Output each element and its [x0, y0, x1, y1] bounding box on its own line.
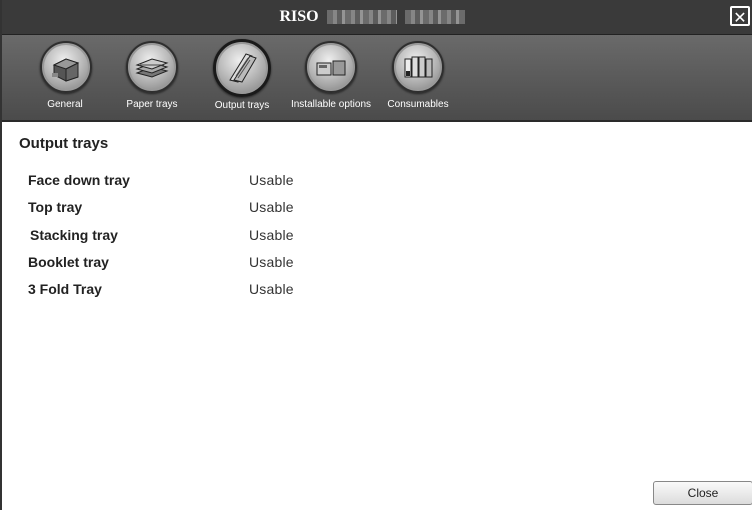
- window-title: RISO: [2, 0, 742, 34]
- redacted-model-name-2: [404, 10, 465, 25]
- page-title: Output trays: [19, 135, 109, 152]
- ink-cartridges-icon: [392, 41, 444, 93]
- tab-general-label: General: [47, 99, 83, 110]
- tray-status: Usable: [249, 227, 294, 243]
- window-close-icon[interactable]: ✕: [730, 6, 750, 27]
- tab-consumables-label: Consumables: [387, 99, 449, 110]
- tab-paper-trays-label: Paper trays: [126, 99, 178, 110]
- tray-name: Booklet tray: [28, 254, 109, 270]
- title-bar: RISO ✕: [2, 0, 752, 35]
- redacted-model-name: [326, 10, 397, 25]
- tab-output-trays-label: Output trays: [214, 100, 270, 111]
- tray-status: Usable: [249, 172, 294, 188]
- paper-stack-icon: [126, 41, 178, 93]
- printer-icon: [40, 41, 92, 93]
- tray-status: Usable: [249, 199, 294, 215]
- tab-paper-trays[interactable]: Paper trays: [122, 41, 182, 110]
- tab-consumables[interactable]: Consumables: [385, 41, 451, 110]
- window-title-text: RISO: [279, 8, 319, 25]
- tray-name: 3 Fold Tray: [28, 281, 102, 297]
- device-info-window: RISO ✕ General Paper trays Output trays …: [0, 0, 752, 510]
- category-toolbar: General Paper trays Output trays Install…: [2, 35, 752, 122]
- tray-name: Face down tray: [28, 172, 130, 188]
- tray-name: Top tray: [28, 199, 83, 215]
- tab-installable-options[interactable]: Installable options: [289, 41, 373, 110]
- options-icon: [305, 41, 357, 93]
- close-button[interactable]: Close: [653, 481, 752, 505]
- tray-status: Usable: [249, 254, 294, 270]
- tab-installable-options-label: Installable options: [290, 99, 372, 110]
- tab-general[interactable]: General: [40, 41, 92, 110]
- tray-status: Usable: [249, 281, 294, 297]
- output-tray-icon: [213, 39, 271, 97]
- tray-name: Stacking tray: [30, 227, 118, 243]
- tab-output-trays[interactable]: Output trays: [212, 39, 272, 111]
